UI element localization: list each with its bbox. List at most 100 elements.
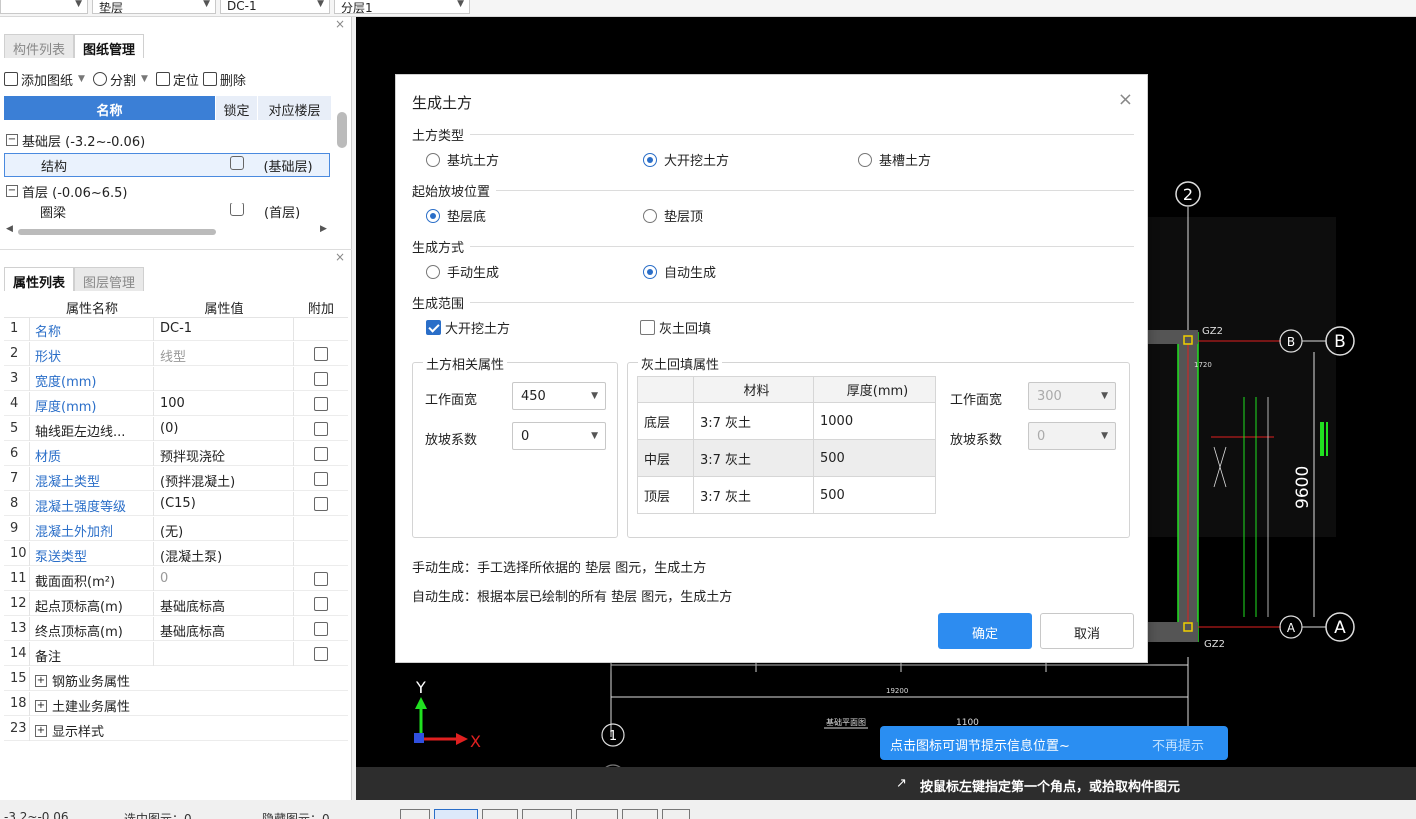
tab-layer-management[interactable]: 图层管理 (74, 267, 145, 291)
thickness-cell[interactable]: 500 (813, 439, 936, 477)
property-value[interactable] (154, 641, 294, 666)
cancel-button[interactable]: 取消 (1040, 613, 1134, 649)
work-width-select[interactable]: 450 ▼ (512, 382, 606, 410)
layer-select[interactable]: 分层1 ▼ (334, 0, 470, 14)
property-value[interactable]: (0) (154, 416, 294, 441)
component-select[interactable]: DC-1 ▼ (220, 0, 330, 14)
scroll-left-icon[interactable]: ◀ (6, 224, 13, 234)
add-drawing-button[interactable]: 添加图纸 ▼ (4, 70, 89, 89)
thickness-cell[interactable]: 500 (813, 476, 936, 514)
checkbox-icon[interactable] (314, 496, 328, 511)
add-tool-icon[interactable] (576, 809, 618, 819)
vertical-scrollbar[interactable] (337, 112, 347, 148)
checkbox-icon[interactable] (314, 421, 328, 436)
lock-icon[interactable] (230, 203, 244, 216)
snap-tool-icon[interactable] (400, 809, 430, 819)
tree-group-row[interactable]: − 首层 (-0.06~6.5) (4, 179, 332, 203)
expand-icon[interactable]: + (35, 699, 47, 712)
tab-drawing-management[interactable]: 图纸管理 (74, 34, 145, 58)
table-row[interactable]: 15 + 钢筋业务属性 (4, 666, 348, 691)
checkbox-icon[interactable] (314, 571, 328, 586)
expand-group[interactable]: + 钢筋业务属性 (30, 667, 130, 691)
radio-open-excavation[interactable]: 大开挖土方 (643, 150, 729, 169)
table-row[interactable]: 7 混凝土类型 (预拌混凝土) (4, 466, 348, 491)
column-lock[interactable]: 锁定 (216, 96, 258, 120)
table-row[interactable]: 5 轴线距左边线... (0) (4, 416, 348, 441)
table-row[interactable]: 11 截面面积(m²) 0 (4, 566, 348, 591)
radio-pit-earthwork[interactable]: 基坑土方 (426, 150, 499, 169)
thickness-cell[interactable]: 1000 (813, 402, 936, 440)
checkbox-open-excavation[interactable]: 大开挖土方 (426, 318, 510, 337)
table-row[interactable]: 3 宽度(mm) (4, 366, 348, 391)
collapse-icon[interactable]: − (6, 185, 18, 197)
scroll-right-icon[interactable]: ▶ (320, 224, 327, 234)
table-row[interactable]: 4 厚度(mm) 100 (4, 391, 348, 416)
property-value[interactable]: 0 (154, 566, 294, 591)
checkbox-lime-backfill[interactable]: 灰土回填 (640, 318, 711, 337)
material-cell[interactable]: 3:7 灰土 (693, 476, 814, 514)
hint-position-icon[interactable]: ↗ (896, 776, 907, 791)
radio-cushion-top[interactable]: 垫层顶 (643, 206, 703, 225)
expand-group[interactable]: + 土建业务属性 (30, 692, 130, 716)
line-tool-icon[interactable] (522, 809, 572, 819)
collapse-icon[interactable]: − (6, 134, 18, 146)
close-icon[interactable]: × (1118, 89, 1133, 110)
component-type-select[interactable]: 垫层 ▼ (92, 0, 216, 14)
checkbox-icon[interactable] (314, 346, 328, 361)
table-row[interactable]: 2 形状 线型 (4, 341, 348, 366)
close-icon[interactable]: × (335, 250, 345, 264)
property-value[interactable]: 基础底标高 (154, 616, 294, 641)
property-value[interactable]: (预拌混凝土) (154, 466, 294, 491)
tree-item-row[interactable]: 结构 (基础层) (4, 153, 330, 177)
checkbox-icon[interactable] (314, 446, 328, 461)
fill-tool-icon[interactable] (622, 809, 658, 819)
slope-factor-select[interactable]: 0 ▼ (512, 422, 606, 450)
material-cell[interactable]: 3:7 灰土 (693, 402, 814, 440)
table-row[interactable]: 底层 3:7 灰土 1000 (637, 402, 936, 440)
table-row[interactable]: 顶层 3:7 灰土 500 (637, 476, 936, 514)
tree-group-row[interactable]: − 基础层 (-3.2~-0.06) (4, 128, 332, 152)
property-value[interactable]: 100 (154, 391, 294, 416)
property-value[interactable]: (无) (154, 516, 294, 541)
property-value[interactable] (154, 366, 294, 391)
table-row[interactable]: 18 + 土建业务属性 (4, 691, 348, 716)
checkbox-icon[interactable] (314, 646, 328, 661)
table-row[interactable]: 14 备注 (4, 641, 348, 666)
radio-cushion-bottom[interactable]: 垫层底 (426, 206, 486, 225)
horizontal-scrollbar[interactable] (18, 229, 216, 235)
checkbox-icon[interactable] (314, 596, 328, 611)
table-row[interactable]: 12 起点顶标高(m) 基础底标高 (4, 591, 348, 616)
property-value[interactable]: 线型 (154, 341, 294, 366)
cross-tool-icon[interactable] (482, 809, 518, 819)
table-row[interactable]: 9 混凝土外加剂 (无) (4, 516, 348, 541)
table-row[interactable]: 中层 3:7 灰土 500 (637, 439, 936, 477)
checkbox-icon[interactable] (314, 371, 328, 386)
floor-select[interactable]: ▼ (0, 0, 88, 14)
table-row[interactable]: 6 材质 预拌现浇砼 (4, 441, 348, 466)
property-value[interactable]: (混凝土泵) (154, 541, 294, 566)
close-icon[interactable]: × (335, 17, 345, 31)
radio-auto[interactable]: 自动生成 (643, 262, 716, 281)
checkbox-icon[interactable] (314, 471, 328, 486)
arc-tool-icon[interactable] (662, 809, 690, 819)
table-row[interactable]: 10 泵送类型 (混凝土泵) (4, 541, 348, 566)
property-value[interactable]: 预拌现浇砼 (154, 441, 294, 466)
table-row[interactable]: 1 名称 DC-1 (4, 316, 348, 341)
table-row[interactable]: 23 + 显示样式 (4, 716, 348, 741)
checkbox-icon[interactable] (314, 396, 328, 411)
lock-icon[interactable] (229, 156, 244, 170)
tab-component-list[interactable]: 构件列表 (4, 34, 75, 58)
expand-icon[interactable]: + (35, 724, 47, 737)
split-button[interactable]: 分割 ▼ (92, 70, 152, 89)
property-value[interactable]: (C15) (154, 491, 294, 516)
locate-button[interactable]: 定位 (155, 70, 199, 89)
expand-icon[interactable]: + (35, 674, 47, 687)
column-floor[interactable]: 对应楼层 (258, 96, 332, 120)
radio-manual[interactable]: 手动生成 (426, 262, 499, 281)
ok-button[interactable]: 确定 (938, 613, 1032, 649)
checkbox-icon[interactable] (314, 621, 328, 636)
delete-button[interactable]: 删除 (202, 70, 246, 89)
column-name[interactable]: 名称 (4, 96, 216, 120)
tab-property-list[interactable]: 属性列表 (4, 267, 75, 291)
radio-trench-earthwork[interactable]: 基槽土方 (858, 150, 931, 169)
